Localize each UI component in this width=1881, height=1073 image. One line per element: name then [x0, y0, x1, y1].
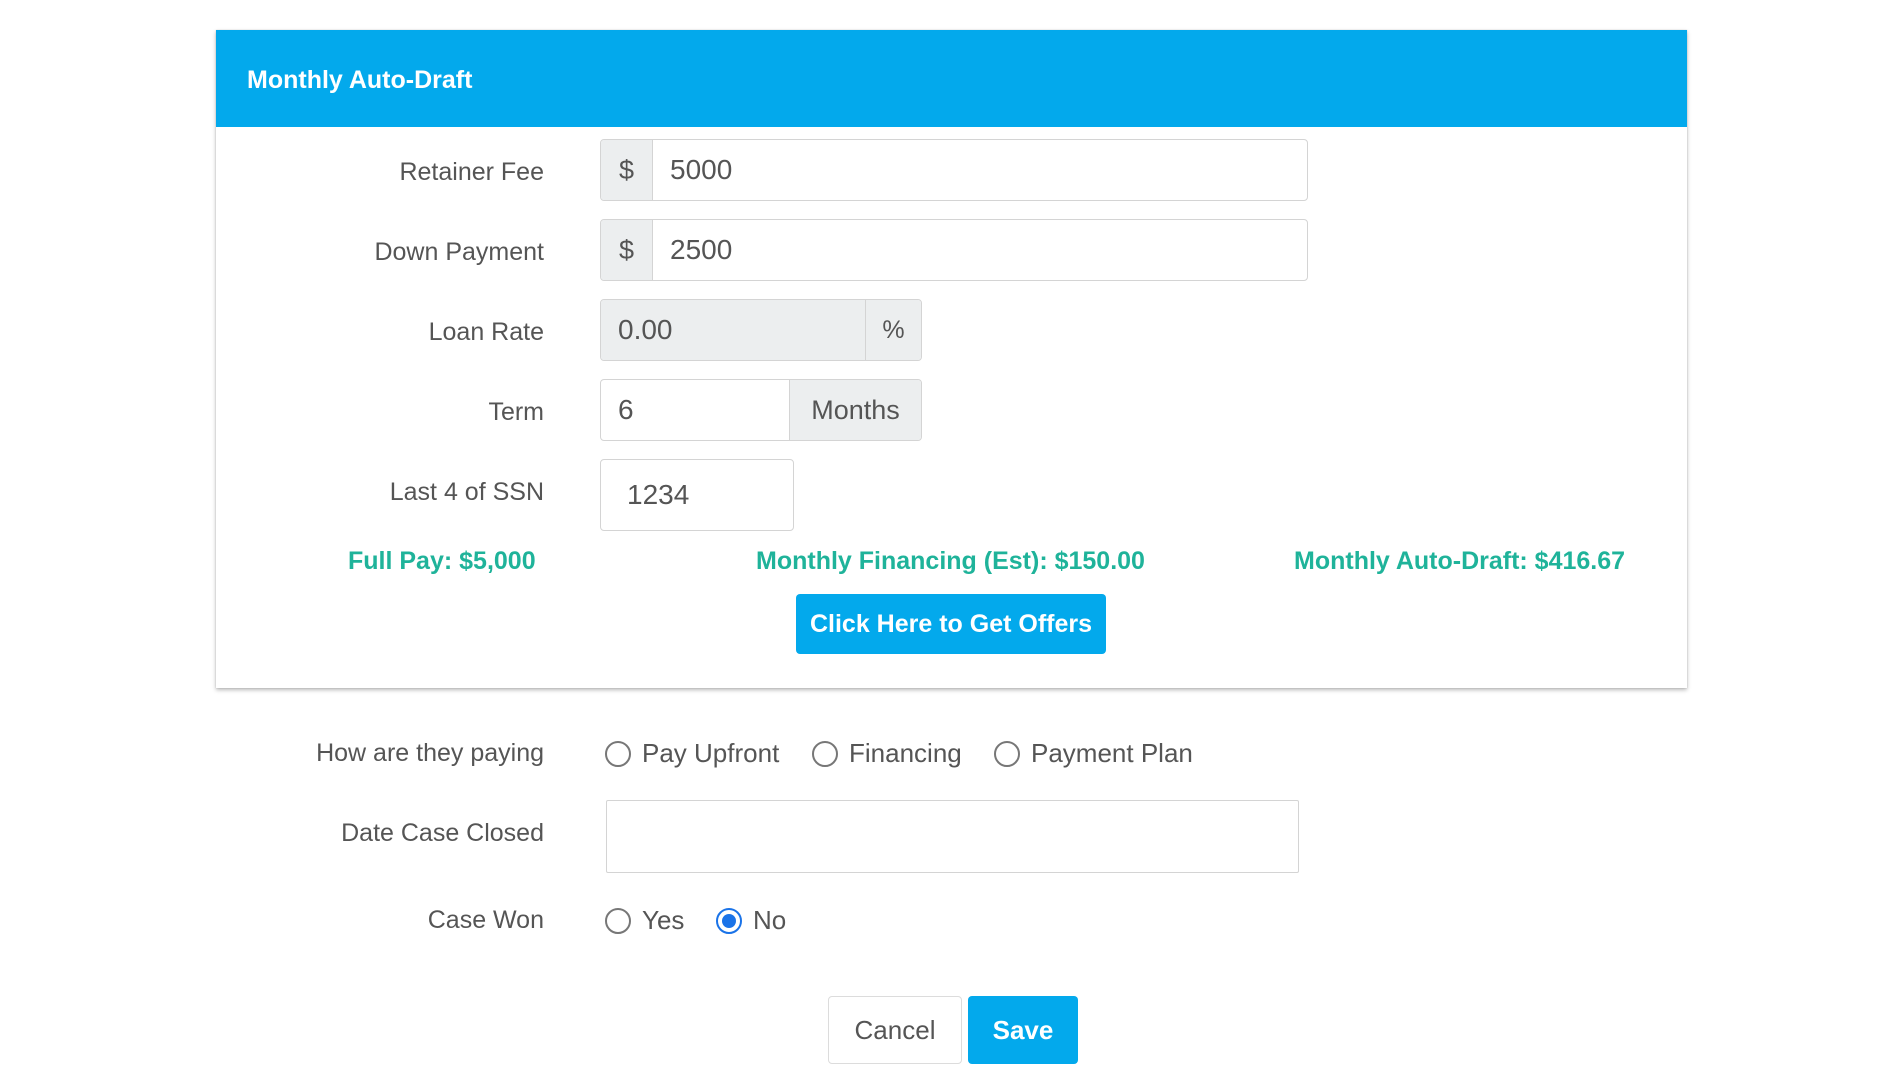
save-button[interactable]: Save [968, 996, 1078, 1064]
term-input[interactable]: 6 [601, 380, 789, 440]
ssn-input[interactable]: 1234 [601, 460, 793, 530]
radio-case-won-yes[interactable]: Yes [605, 905, 684, 936]
percent-suffix: % [865, 300, 921, 360]
months-suffix: Months [789, 380, 921, 440]
down-payment-group: $ 2500 [600, 219, 1308, 281]
monthly-auto-draft-summary: Monthly Auto-Draft: $416.67 [1294, 547, 1626, 575]
cancel-button[interactable]: Cancel [828, 996, 962, 1064]
paying-method-label: How are they paying [316, 739, 544, 767]
retainer-fee-group: $ 5000 [600, 139, 1308, 201]
radio-case-won-no[interactable]: No [716, 905, 786, 936]
retainer-fee-input[interactable]: 5000 [653, 140, 1307, 200]
radio-circle-icon [812, 740, 838, 767]
radio-label: Pay Upfront [642, 738, 780, 768]
monthly-financing-summary: Monthly Financing (Est): $150.00 [756, 547, 1145, 575]
radio-circle-icon [994, 740, 1020, 767]
date-closed-input[interactable] [606, 800, 1299, 873]
retainer-fee-label: Retainer Fee [399, 158, 544, 186]
case-won-label: Case Won [427, 906, 544, 934]
term-label: Term [488, 398, 544, 426]
ssn-label: Last 4 of SSN [389, 478, 544, 506]
radio-label: No [753, 905, 787, 935]
full-pay-summary: Full Pay: $5,000 [348, 547, 536, 575]
radio-pay-upfront[interactable]: Pay Upfront [605, 738, 779, 769]
ssn-group: 1234 [600, 459, 794, 531]
loan-rate-group: 0.00 % [600, 299, 922, 361]
get-offers-button[interactable]: Click Here to Get Offers [796, 594, 1106, 654]
radio-circle-icon [605, 907, 631, 934]
radio-label: Financing [849, 738, 962, 768]
down-payment-label: Down Payment [374, 238, 544, 266]
radio-financing[interactable]: Financing [812, 738, 962, 769]
date-closed-label: Date Case Closed [341, 819, 544, 847]
radio-checked-icon [716, 907, 742, 934]
down-payment-input[interactable]: 2500 [653, 220, 1307, 280]
term-group: 6 Months [600, 379, 922, 441]
auto-draft-panel: Monthly Auto-Draft Retainer Fee $ 5000 D… [216, 30, 1687, 688]
radio-label: Yes [642, 905, 685, 935]
panel-title: Monthly Auto-Draft [216, 30, 1687, 127]
radio-label: Payment Plan [1031, 738, 1193, 768]
dollar-prefix: $ [601, 140, 653, 200]
radio-payment-plan[interactable]: Payment Plan [994, 738, 1193, 769]
loan-rate-label: Loan Rate [428, 318, 544, 346]
dollar-prefix: $ [601, 220, 653, 280]
loan-rate-input: 0.00 [601, 300, 865, 360]
radio-circle-icon [605, 740, 631, 767]
